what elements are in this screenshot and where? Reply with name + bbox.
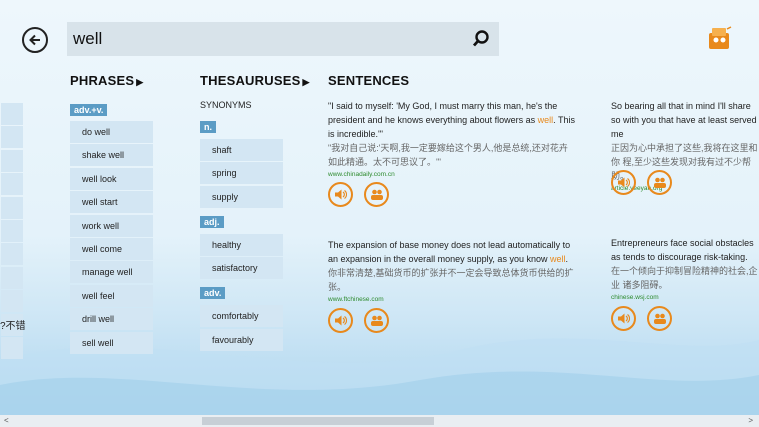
sentence-cn: "我对自己说:'天啊,我一定要嫁给这个男人,他是总统,还对花卉如此精通。太不可思…	[328, 143, 568, 167]
phrase-item[interactable]: work well	[70, 214, 153, 237]
phrase-item[interactable]: well start	[70, 191, 153, 214]
share-button[interactable]	[364, 308, 389, 333]
previous-column-text: ?不错	[0, 321, 26, 332]
synonym-item[interactable]: spring	[200, 162, 283, 185]
search-input[interactable]	[73, 27, 463, 51]
phrase-item[interactable]: sell well	[70, 331, 153, 354]
phrase-tag: adv.+v.	[70, 104, 108, 116]
sentence-cn: 在一个倾向于抑制冒险精神的社会,企业 诸多阻碍。	[611, 266, 758, 290]
people-icon	[653, 177, 666, 188]
synonyms-label: SYNONYMS	[200, 100, 252, 110]
phrase-item[interactable]: well look	[70, 167, 153, 190]
phrases-header[interactable]: PHRASES ▶	[70, 73, 143, 88]
sentence-en: So bearing all that in mind I'll share s…	[611, 101, 757, 139]
sentence-cn: 你非常清楚,基础货币的扩张并不一定会导致总体货币供给的扩张。	[328, 268, 574, 292]
people-icon	[653, 313, 666, 324]
sentence-actions	[611, 306, 672, 331]
sentence-source[interactable]: chinese.wsj.com	[611, 293, 759, 303]
sentence-highlight: well	[549, 254, 566, 264]
phrases-header-label: PHRASES	[70, 73, 135, 88]
synonym-item[interactable]: satisfactory	[200, 257, 283, 280]
sentence-card: The expansion of base money does not lea…	[328, 238, 576, 305]
chevron-right-icon: ▶	[136, 77, 144, 87]
synonym-item[interactable]: supply	[200, 185, 283, 208]
sentence-en: Entrepreneurs face social obstacles as t…	[611, 238, 754, 262]
share-button[interactable]	[364, 182, 389, 207]
synonym-item[interactable]: comfortably	[200, 305, 283, 328]
pos-tag: adv.	[200, 287, 226, 300]
speaker-icon	[618, 313, 630, 324]
scrollbar-thumb[interactable]	[202, 417, 434, 425]
sentences-header: SENTENCES	[328, 73, 409, 88]
speaker-icon	[335, 189, 347, 200]
sentence-source[interactable]: www.chinadaily.com.cn	[328, 170, 576, 180]
sentence-actions	[328, 308, 389, 333]
speaker-icon	[618, 177, 630, 188]
scroll-left-icon[interactable]: <	[4, 415, 9, 427]
phrase-item[interactable]: drill well	[70, 308, 153, 331]
synonym-item[interactable]: healthy	[200, 233, 283, 256]
play-audio-button[interactable]	[611, 306, 636, 331]
sentence-actions	[611, 170, 672, 195]
sentence-actions	[328, 182, 389, 207]
play-audio-button[interactable]	[328, 182, 353, 207]
chevron-right-icon: ▶	[302, 77, 310, 87]
sentence-highlight: well	[537, 115, 554, 125]
share-button[interactable]	[647, 170, 672, 195]
phrase-item[interactable]: well come	[70, 237, 153, 260]
sentence-card: "I said to myself: 'My God, I must marry…	[328, 99, 576, 180]
back-arrow-icon	[29, 34, 40, 46]
sentence-source[interactable]: www.ftchinese.com	[328, 295, 576, 305]
scroll-right-icon[interactable]: >	[748, 415, 753, 427]
sentence-en: "I said to myself: 'My God, I must marry…	[328, 101, 558, 125]
thesauruses-header[interactable]: THESAURUSES ▶	[200, 73, 310, 88]
back-button[interactable]	[22, 27, 48, 53]
phrase-item[interactable]: do well	[70, 121, 153, 143]
pos-tag: n.	[200, 121, 216, 133]
sentences-header-label: SENTENCES	[328, 73, 410, 88]
dictionary-logo-icon[interactable]	[707, 25, 733, 51]
sentence-en: The expansion of base money does not lea…	[328, 240, 571, 264]
horizontal-scrollbar[interactable]: < >	[0, 415, 759, 427]
people-icon	[370, 189, 383, 200]
people-icon	[370, 315, 383, 326]
thesauruses-header-label: THESAURUSES	[200, 73, 301, 88]
speaker-icon	[335, 315, 347, 326]
phrases-list: adv.+v. do well shake well well look wel…	[70, 100, 153, 355]
share-button[interactable]	[647, 306, 672, 331]
synonym-item[interactable]: shaft	[200, 139, 283, 161]
thesaurus-column: SYNONYMS n. shaft spring supply adj. hea…	[200, 100, 283, 352]
search-icon[interactable]	[471, 29, 491, 49]
play-audio-button[interactable]	[611, 170, 636, 195]
synonym-item[interactable]: favourably	[200, 328, 283, 351]
play-audio-button[interactable]	[328, 308, 353, 333]
phrase-item[interactable]: well feel	[70, 284, 153, 307]
sentence-en-end: .	[565, 254, 568, 264]
phrase-item[interactable]: manage well	[70, 261, 153, 284]
pos-tag: adj.	[200, 215, 224, 228]
sentence-card: Entrepreneurs face social obstacles as t…	[611, 236, 759, 303]
phrase-item[interactable]: shake well	[70, 144, 153, 167]
search-box[interactable]	[67, 22, 499, 56]
